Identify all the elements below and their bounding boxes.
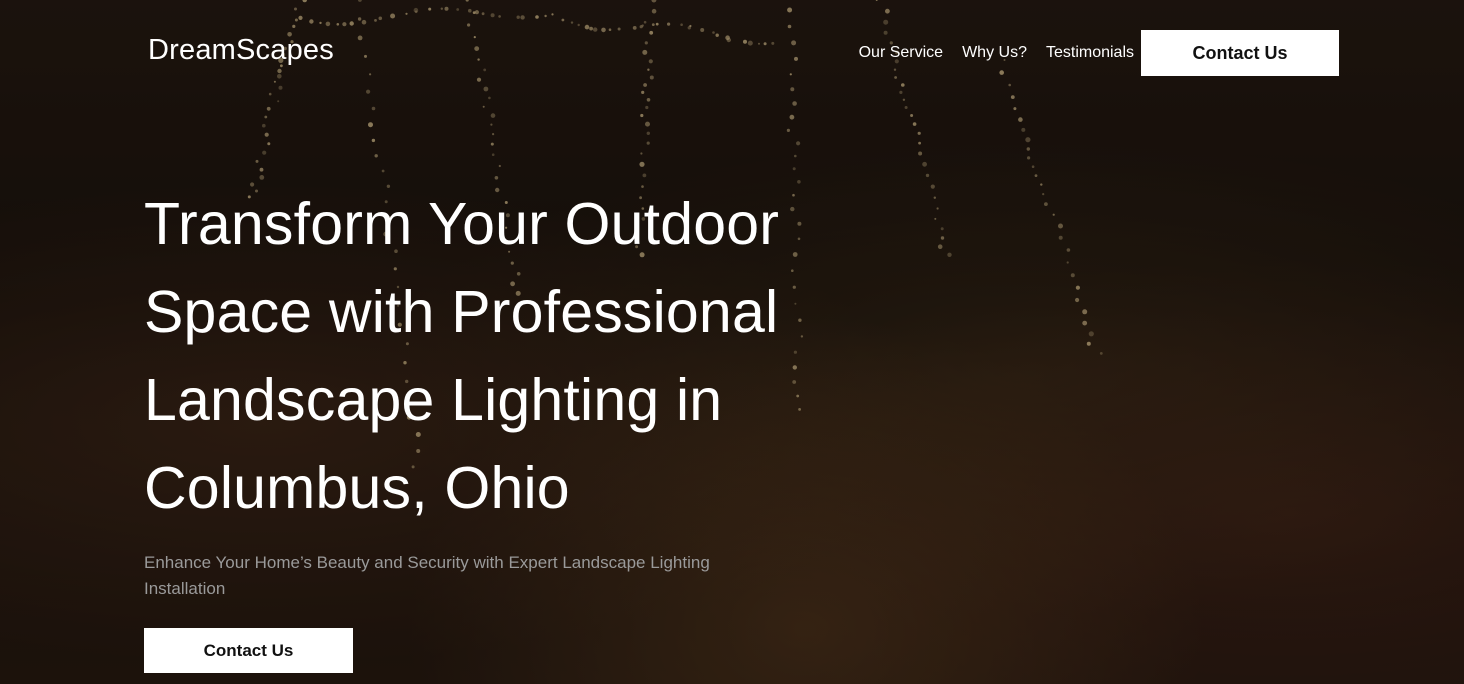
hero-content: Transform Your Outdoor Space with Profes…: [144, 180, 824, 673]
hero-section: DreamScapes Our Service Why Us? Testimon…: [0, 0, 1464, 684]
hero-headline: Transform Your Outdoor Space with Profes…: [144, 191, 780, 521]
logo[interactable]: DreamScapes: [148, 34, 334, 67]
main-nav: Our Service Why Us? Testimonials: [859, 44, 1134, 62]
nav-link-why-us[interactable]: Why Us?: [962, 44, 1027, 62]
nav-link-our-service[interactable]: Our Service: [859, 44, 943, 62]
site-header: DreamScapes Our Service Why Us? Testimon…: [0, 0, 1464, 106]
hero-contact-button[interactable]: Contact Us: [144, 628, 353, 673]
hero-subheadline: Enhance Your Home’s Beauty and Security …: [144, 553, 710, 598]
header-contact-button[interactable]: Contact Us: [1141, 30, 1339, 76]
nav-link-testimonials[interactable]: Testimonials: [1046, 44, 1134, 62]
